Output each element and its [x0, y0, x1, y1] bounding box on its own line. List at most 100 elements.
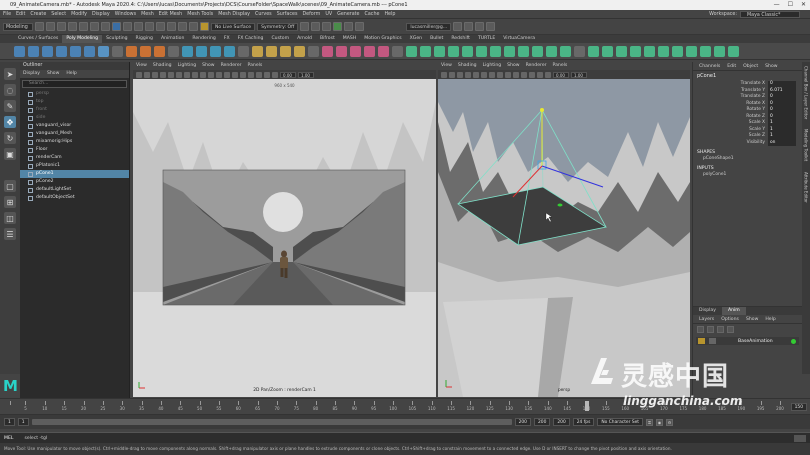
- shelf-tab-rigging[interactable]: Rigging: [132, 35, 157, 43]
- side-tab-modeling-toolkit[interactable]: Modeling Toolkit: [804, 129, 809, 161]
- vp1-menu-show[interactable]: Show: [202, 62, 214, 70]
- layer-down-icon[interactable]: [707, 326, 714, 333]
- shelf-tab-xgen[interactable]: XGen: [406, 35, 426, 43]
- menu-edit[interactable]: Edit: [16, 10, 25, 19]
- menu-surfaces[interactable]: Surfaces: [277, 10, 298, 19]
- shelf-tool-icon[interactable]: [224, 45, 235, 57]
- shelf-tool-icon[interactable]: [322, 45, 333, 57]
- shelf-tab-fx[interactable]: FX: [220, 35, 234, 43]
- field-chart-icon[interactable]: [200, 71, 206, 78]
- render-icon[interactable]: [300, 22, 310, 31]
- shadows-icon[interactable]: [248, 71, 254, 78]
- range-end-field-2[interactable]: 200: [553, 418, 570, 426]
- four-view-icon[interactable]: ⊞: [4, 196, 16, 208]
- outliner-item[interactable]: top: [20, 98, 129, 106]
- range-inner-end-field[interactable]: 200: [514, 418, 531, 426]
- lights-icon[interactable]: [240, 71, 246, 78]
- vp1-menu-shading[interactable]: Shading: [153, 62, 172, 70]
- scale-tool-icon[interactable]: ▣: [4, 148, 16, 160]
- menu-help[interactable]: Help: [384, 10, 395, 19]
- shelf-tool-icon[interactable]: [644, 45, 655, 57]
- shelf-tool-icon[interactable]: [406, 45, 417, 57]
- redo-icon[interactable]: [68, 22, 77, 31]
- vp2-camera-attr-icon[interactable]: [449, 71, 455, 78]
- shape-item[interactable]: pConeShape1: [693, 156, 802, 162]
- shelf-tool-icon[interactable]: [462, 45, 473, 57]
- outliner-item[interactable]: pCone1: [20, 170, 129, 178]
- vp2-textured-icon[interactable]: [513, 71, 519, 78]
- undo-icon[interactable]: [57, 22, 66, 31]
- shelf-tab-animation[interactable]: Animation: [157, 35, 188, 43]
- channel-menu-show[interactable]: Show: [765, 62, 777, 70]
- menu-select[interactable]: Select: [51, 10, 66, 19]
- grid-icon[interactable]: [168, 71, 174, 78]
- render-settings-icon[interactable]: [322, 22, 332, 31]
- script-editor-icon[interactable]: [794, 434, 806, 442]
- shelf-tool-icon[interactable]: [266, 45, 277, 57]
- select-component-icon[interactable]: [101, 22, 110, 31]
- layer-menu-options[interactable]: Options: [721, 315, 739, 323]
- shelf-tool-icon[interactable]: [336, 45, 347, 57]
- shelf-tool-icon[interactable]: [420, 45, 431, 57]
- vp1-menu-lighting[interactable]: Lighting: [178, 62, 197, 70]
- side-tab-channel-box[interactable]: Channel Box / Layer Editor: [804, 66, 809, 119]
- snap-grid-icon[interactable]: [156, 22, 165, 31]
- command-input[interactable]: select -tgl: [24, 436, 47, 441]
- vp2-gamma-field[interactable]: 1.00: [571, 71, 587, 78]
- two-view-icon[interactable]: ◫: [4, 212, 16, 224]
- prefs-icon[interactable]: ⚙: [666, 418, 674, 426]
- menu-generate[interactable]: Generate: [337, 10, 359, 19]
- select-object-icon[interactable]: [90, 22, 99, 31]
- layer-delete-icon[interactable]: [727, 326, 734, 333]
- attribute-editor-icon[interactable]: [464, 22, 474, 31]
- menu-windows[interactable]: Windows: [115, 10, 136, 19]
- shelf-tool-icon[interactable]: [56, 45, 67, 57]
- shelf-tool-icon[interactable]: [154, 45, 165, 57]
- vp2-wireframe-icon[interactable]: [497, 71, 503, 78]
- layer-tab-display[interactable]: Display: [693, 307, 722, 315]
- outliner-item[interactable]: vanguard_Mesh: [20, 130, 129, 138]
- layer-new-icon[interactable]: [717, 326, 724, 333]
- shelf-tool-icon[interactable]: [490, 45, 501, 57]
- user-account[interactable]: lucasmiller@g...: [406, 22, 452, 31]
- ipr-icon[interactable]: [311, 22, 321, 31]
- menu-uv[interactable]: UV: [325, 10, 332, 19]
- outliner-item[interactable]: front: [20, 106, 129, 114]
- anim-layer-row[interactable]: BaseAnimation: [696, 337, 799, 345]
- layer-tab-anim[interactable]: Anim: [721, 307, 746, 315]
- outliner-item[interactable]: renderCam: [20, 154, 129, 162]
- shelf-tab-custom[interactable]: Custom: [267, 35, 293, 43]
- outliner-view-icon[interactable]: ☰: [4, 228, 16, 240]
- shelf-tab-motion-graphics[interactable]: Motion Graphics: [360, 35, 405, 43]
- range-inner-start-field[interactable]: 1: [17, 418, 29, 426]
- vp2-exposure-field[interactable]: 0.00: [553, 71, 569, 78]
- range-end-field[interactable]: 200: [533, 418, 551, 426]
- shelf-tool-icon[interactable]: [560, 45, 571, 57]
- channel-menu-object[interactable]: Object: [743, 62, 758, 70]
- shelf-tool-icon[interactable]: [140, 45, 151, 57]
- symmetry-field[interactable]: Symmetry: Off: [257, 22, 299, 31]
- vp2-shadows-icon[interactable]: [529, 71, 535, 78]
- lasso-icon[interactable]: ◌: [4, 84, 16, 96]
- channel-attr-value[interactable]: on: [768, 139, 796, 146]
- close-icon[interactable]: ✕: [801, 1, 806, 8]
- wireframe-icon[interactable]: [216, 71, 222, 78]
- shelf-tool-icon[interactable]: [238, 45, 249, 57]
- menu-deform[interactable]: Deform: [302, 10, 320, 19]
- shelf-tool-icon[interactable]: [196, 45, 207, 57]
- shelf-tab-redshift[interactable]: Redshift: [447, 35, 474, 43]
- minimize-icon[interactable]: —: [774, 1, 780, 8]
- shelf-tool-icon[interactable]: [518, 45, 529, 57]
- workspace-dropdown[interactable]: Maya Classic*: [740, 11, 800, 18]
- vp2-image-plane-icon[interactable]: [465, 71, 471, 78]
- folder-icon[interactable]: [35, 22, 44, 31]
- menu-mesh-tools[interactable]: Mesh Tools: [187, 10, 213, 19]
- shelf-tool-icon[interactable]: [504, 45, 515, 57]
- menu-create[interactable]: Create: [30, 10, 46, 19]
- vertex-mask-icon[interactable]: [112, 22, 121, 31]
- range-start-field[interactable]: 1: [4, 418, 15, 426]
- shelf-tool-icon[interactable]: [616, 45, 627, 57]
- menu-mesh[interactable]: Mesh: [141, 10, 154, 19]
- vp2-menu-view[interactable]: View: [441, 62, 452, 70]
- shelf-tool-icon[interactable]: [42, 45, 53, 57]
